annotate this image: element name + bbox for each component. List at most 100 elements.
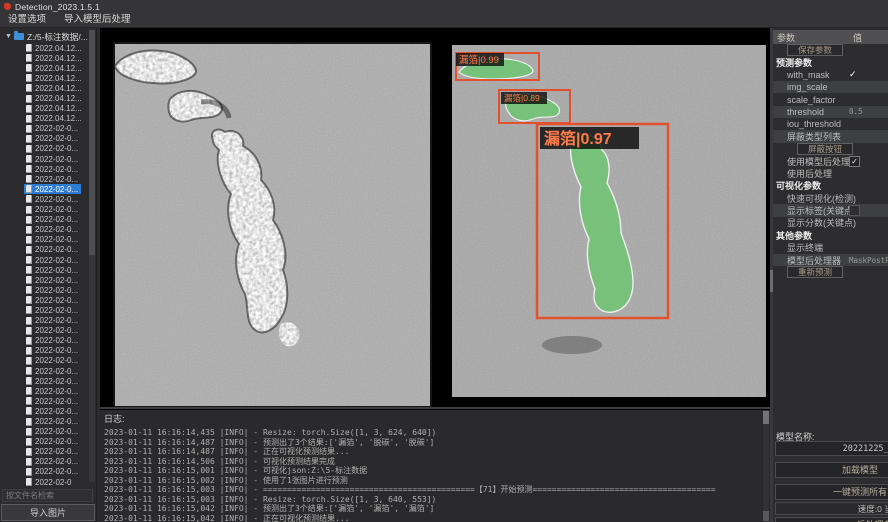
tree-file-row[interactable]: 2022-02-0... — [0, 225, 90, 235]
parameter-label[interactable]: 使用后处理 — [787, 167, 832, 180]
tree-file-row[interactable]: 2022-02-0... — [0, 437, 90, 447]
tree-file-item[interactable]: 2022-02-0... — [24, 396, 81, 406]
parameter-value[interactable]: MaskPostPro — [849, 256, 888, 265]
tree-file-row[interactable]: 2022.04.12... — [0, 43, 90, 53]
tree-file-item[interactable]: 2022.04.12... — [24, 63, 85, 73]
tree-file-item[interactable]: 2022-02-0... — [24, 447, 81, 457]
tree-file-item[interactable]: 2022-02-0... — [24, 326, 81, 336]
postprocess-settings-button[interactable]: 后处理参数设置 — [775, 517, 888, 522]
parameter-row[interactable]: 屏蔽按钮 — [773, 143, 888, 155]
parameter-row[interactable]: threshold 0.5 — [773, 106, 888, 118]
parameter-label[interactable]: iou_threshold — [787, 119, 841, 129]
menu-item[interactable]: 导入模型后处理 — [55, 13, 140, 27]
tree-file-item[interactable]: 2022-02-0... — [24, 457, 81, 467]
parameter-row[interactable]: 显示分数(关键点) — [773, 217, 888, 229]
tree-file-row[interactable]: 2022-02-0... — [0, 164, 90, 174]
tree-file-row[interactable]: 2022-02-0... — [0, 194, 90, 204]
tree-file-item[interactable]: 2022-02-0... — [24, 225, 81, 235]
tree-file-item[interactable]: 2022-02-0... — [24, 336, 81, 346]
parameter-label[interactable]: 显示标签(关键点) — [787, 204, 856, 217]
menu-item[interactable]: 设置选项 — [0, 13, 55, 27]
parameter-label[interactable]: img_scale — [787, 82, 828, 92]
tree-file-row[interactable]: 2022-02-0... — [0, 416, 90, 426]
tree-file-item[interactable]: 2022.04.12... — [24, 94, 85, 104]
tree-file-row[interactable]: 2022.04.12... — [0, 114, 90, 124]
tree-file-item[interactable]: 2022.04.12... — [24, 83, 85, 93]
parameter-label[interactable]: 模型后处理器 — [787, 254, 841, 267]
tree-file-item[interactable]: 2022-02-0... — [24, 356, 81, 366]
parameter-row[interactable]: 快速可视化(检测) — [773, 192, 888, 204]
tree-file-item[interactable]: 2022-02-0... — [24, 235, 81, 245]
tree-file-item[interactable]: 2022-02-0... — [24, 215, 81, 225]
tree-file-item[interactable]: 2022-02-0... — [24, 154, 81, 164]
parameter-value[interactable]: ✓ — [849, 69, 857, 80]
tree-file-row[interactable]: 2022-02-0... — [0, 336, 90, 346]
parameter-label[interactable]: 其他参数 — [776, 229, 812, 242]
tree-file-row[interactable]: 2022-02-0... — [0, 376, 90, 386]
tree-file-item[interactable]: 2022-02-0... — [24, 366, 81, 376]
expand-arrow-icon[interactable]: ▼ — [5, 33, 12, 40]
prediction-image[interactable]: 漏箔|0.99 漏箔|0.89 漏箔|0.97 — [452, 45, 766, 397]
tree-file-row[interactable]: 2022.04.12... — [0, 83, 90, 93]
parameter-row[interactable]: 使用后处理 — [773, 167, 888, 179]
parameter-label[interactable]: threshold — [787, 107, 824, 117]
tree-file-item[interactable]: 2022-02-0... — [24, 386, 81, 396]
parameter-value[interactable]: ✓ — [849, 156, 860, 167]
tree-file-item[interactable]: 2022-02-0... — [24, 305, 81, 315]
parameter-row[interactable]: 预测参数 — [773, 56, 888, 68]
tree-file-item[interactable]: 2022-02-0... — [24, 134, 81, 144]
tree-file-row[interactable]: 2022-02-0... — [0, 215, 90, 225]
tree-file-item[interactable]: 2022-02-0... — [24, 144, 81, 154]
horizontal-splitter[interactable] — [100, 407, 770, 409]
parameter-label[interactable]: 保存参数 — [787, 44, 843, 56]
tree-file-row[interactable]: 2022-02-0... — [0, 275, 90, 285]
tree-file-row[interactable]: 2022-02-0... — [0, 447, 90, 457]
tree-file-item[interactable]: 2022-02-0... — [24, 427, 81, 437]
tree-file-row[interactable]: 2022-02-0... — [0, 346, 90, 356]
tree-file-row[interactable]: 2022-02-0... — [0, 396, 90, 406]
load-model-button[interactable]: 加载模型 — [775, 462, 888, 478]
parameter-row[interactable]: 使用模型后处理 ✓ — [773, 155, 888, 167]
tree-file-row[interactable]: 2022-02-0... — [0, 326, 90, 336]
tree-file-item[interactable]: 2022.04.12... — [24, 114, 85, 124]
tree-scrollbar-thumb[interactable] — [89, 30, 95, 255]
tree-file-item[interactable]: 2022-02-0... — [24, 255, 81, 265]
tree-file-item[interactable]: 2022-02-0... — [24, 285, 81, 295]
tree-file-item[interactable]: 2022-02-0... — [24, 174, 81, 184]
tree-scrollbar[interactable] — [89, 30, 95, 482]
tree-file-row[interactable]: 2022-02-0... — [0, 255, 90, 265]
parameter-label[interactable]: 显示终端 — [787, 241, 823, 254]
parameter-row[interactable]: with_mask ✓ — [773, 69, 888, 81]
parameter-row[interactable]: 屏蔽类型列表 — [773, 130, 888, 142]
parameter-label[interactable]: 使用模型后处理 — [787, 155, 850, 168]
tree-file-row[interactable]: 2022.04.12... — [0, 53, 90, 63]
tree-file-row[interactable]: 2022-02-0... — [0, 134, 90, 144]
tree-file-row[interactable]: 2022-02-0... — [0, 406, 90, 416]
parameter-row[interactable]: iou_threshold — [773, 118, 888, 130]
search-input[interactable] — [2, 489, 93, 502]
tree-file-row[interactable]: 2022-02-0... — [0, 154, 90, 164]
tree-file-row[interactable]: 2022-02-0... — [0, 205, 90, 215]
parameter-label[interactable]: 可视化参数 — [776, 179, 821, 192]
parameter-row[interactable]: 显示终端 — [773, 242, 888, 254]
tree-file-item[interactable]: 2022-02-0... — [24, 275, 81, 285]
tree-file-row[interactable]: 2022-02-0... — [0, 285, 90, 295]
parameter-label[interactable]: 屏蔽类型列表 — [787, 130, 841, 143]
tree-file-row[interactable]: 2022-02-0... — [0, 316, 90, 326]
parameter-label[interactable]: 显示分数(关键点) — [787, 216, 856, 229]
parameter-row[interactable]: 模型后处理器 MaskPostPro — [773, 254, 888, 266]
tree-file-item[interactable]: 2022-02-0... — [24, 245, 81, 255]
original-image[interactable] — [113, 42, 432, 408]
tree-file-item[interactable]: 2022.04.12... — [24, 73, 85, 83]
tree-file-row[interactable]: 2022-02-0... — [0, 245, 90, 255]
parameter-label[interactable]: 重新预测 — [787, 266, 843, 278]
parameter-value[interactable]: 0.5 — [849, 107, 863, 116]
tree-file-row[interactable]: 2022-02-0... — [0, 144, 90, 154]
tree-file-row[interactable]: 2022-02-0... — [0, 174, 90, 184]
tree-file-item[interactable]: 2022.04.12... — [24, 43, 85, 53]
tree-file-item[interactable]: 2022-02-0... — [24, 316, 81, 326]
parameter-label[interactable]: 屏蔽按钮 — [797, 143, 853, 155]
parameter-row[interactable]: 重新预测 — [773, 266, 888, 278]
tree-file-row[interactable]: 2022-02-0... — [0, 457, 90, 467]
log-scrollbar[interactable] — [763, 410, 769, 522]
